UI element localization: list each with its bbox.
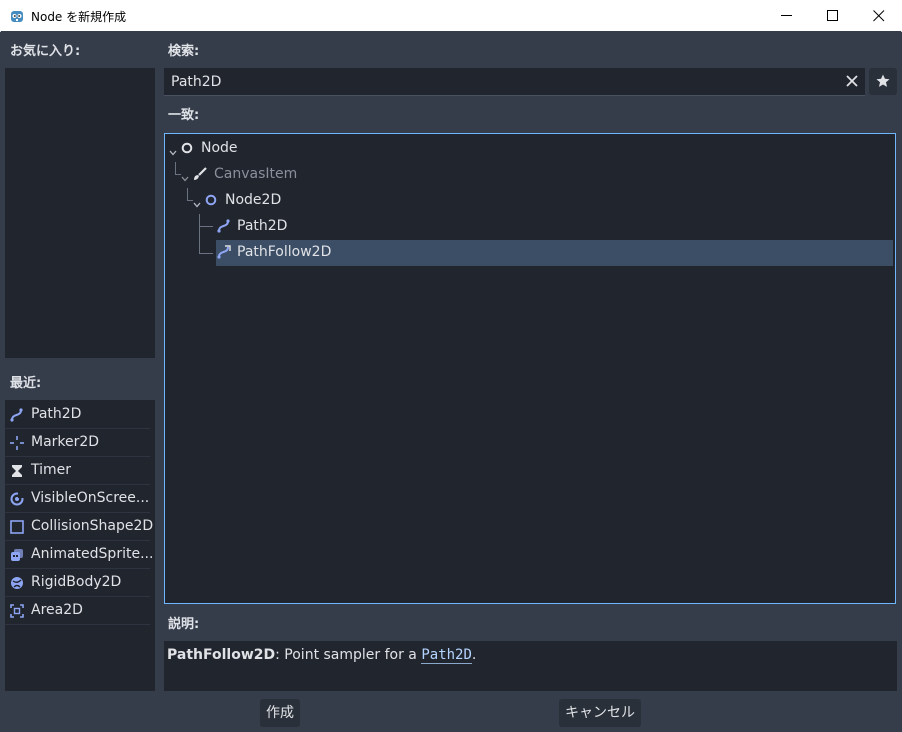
title-bar: Node を新規作成: [0, 0, 902, 32]
collision-shape-icon: [10, 520, 24, 534]
visible-on-screen-icon: [10, 492, 24, 506]
search-input[interactable]: [169, 71, 833, 93]
rigid-body-icon: [10, 576, 24, 590]
chevron-down-icon[interactable]: [169, 144, 177, 160]
node-icon: [181, 142, 193, 158]
recent-item-label: Timer: [31, 462, 72, 478]
cancel-button[interactable]: キャンセル: [559, 699, 641, 727]
recent-item-rigid-body[interactable]: RigidBody2D: [5, 569, 150, 597]
minimize-icon: [781, 15, 792, 16]
recent-item-label: CollisionShape2D: [31, 518, 154, 534]
description-panel: PathFollow2D: Point sampler for a Path2D…: [164, 641, 897, 691]
node2d-icon: [205, 194, 217, 210]
area2d-icon: [10, 604, 24, 618]
recent-item-label: Area2D: [31, 602, 83, 618]
path-follow-icon: [217, 245, 231, 263]
window-title: Node を新規作成: [31, 10, 127, 24]
animated-sprite-icon: [10, 548, 24, 562]
description-text: PathFollow2D: Point sampler for a Path2D…: [167, 647, 477, 664]
minimize-button[interactable]: [764, 0, 810, 31]
description-link[interactable]: Path2D: [421, 647, 472, 664]
tree-item-label: Node2D: [225, 192, 282, 208]
tree-item-label: PathFollow2D: [237, 244, 332, 260]
brush-icon: [193, 167, 207, 185]
timer-icon: [10, 464, 24, 478]
recent-label: 最近:: [10, 376, 42, 391]
chevron-down-icon[interactable]: [193, 196, 201, 212]
recent-item-label: Path2D: [31, 406, 82, 422]
close-icon: [873, 10, 885, 22]
path2d-icon: [10, 408, 24, 422]
search-label: 検索:: [168, 44, 200, 59]
favorites-list[interactable]: [5, 68, 155, 358]
recent-item-path2d[interactable]: Path2D: [5, 401, 150, 429]
marker2d-icon: [10, 436, 24, 450]
star-icon: [876, 74, 890, 87]
create-button[interactable]: 作成: [260, 699, 300, 727]
description-body: : Point sampler for a: [275, 647, 422, 663]
recent-item-visible-on-screen[interactable]: VisibleOnScree...: [5, 485, 150, 513]
matches-label: 一致:: [168, 108, 200, 123]
recent-item-label: VisibleOnScree...: [31, 490, 150, 506]
recent-item-area2d[interactable]: Area2D: [5, 597, 150, 625]
tree-item-label: CanvasItem: [214, 166, 298, 182]
description-suffix: .: [471, 647, 477, 663]
maximize-icon: [827, 10, 838, 21]
favorites-label: お気に入り:: [10, 44, 81, 59]
clear-icon[interactable]: [844, 73, 860, 89]
maximize-button[interactable]: [810, 0, 856, 31]
description-label: 説明:: [168, 617, 200, 632]
recent-item-label: AnimatedSprite...: [31, 546, 154, 562]
recent-item-marker2d[interactable]: Marker2D: [5, 429, 150, 457]
recent-item-label: RigidBody2D: [31, 574, 122, 590]
recent-item-animated-sprite[interactable]: AnimatedSprite...: [5, 541, 154, 569]
recent-item-timer[interactable]: Timer: [5, 457, 150, 485]
recent-item-label: Marker2D: [31, 434, 100, 450]
godot-logo-icon: [9, 8, 25, 24]
favorite-button[interactable]: [869, 68, 897, 95]
search-field[interactable]: [164, 68, 865, 96]
recent-item-collision-shape[interactable]: CollisionShape2D: [5, 513, 154, 541]
close-button[interactable]: [856, 0, 902, 31]
path2d-icon: [217, 219, 231, 237]
tree-item-label: Path2D: [237, 218, 288, 234]
tree-item-label: Node: [201, 140, 238, 156]
chevron-down-icon[interactable]: [181, 170, 189, 186]
description-class-name: PathFollow2D: [167, 647, 276, 663]
matches-tree[interactable]: Node CanvasItem Node2D Path2D PathFollow…: [164, 133, 896, 604]
